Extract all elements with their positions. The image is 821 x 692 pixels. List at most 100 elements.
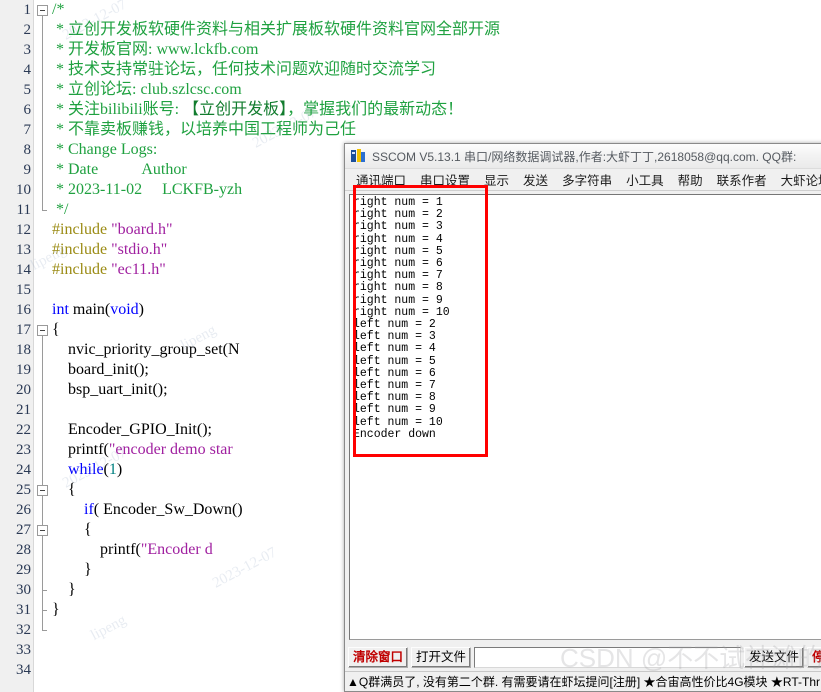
code-token: 【立创开发板】 — [183, 101, 288, 118]
sscom-menubar[interactable]: 通讯端口串口设置显示发送多字符串小工具帮助联系作者大虾论坛 — [345, 169, 821, 191]
code-line: /* — [52, 0, 500, 20]
line-number: 27 — [16, 522, 31, 538]
sscom-title-text: SSCOM V5.13.1 串口/网络数据调试器,作者:大虾丁丁,2618058… — [372, 149, 797, 164]
stop-button[interactable]: 停止 — [806, 646, 821, 668]
line-number: 22 — [16, 422, 31, 438]
receive-line: right num = 3 — [353, 220, 443, 234]
line-number: 17 — [16, 322, 31, 338]
code-token: /* — [52, 1, 65, 18]
code-token: } — [52, 561, 92, 578]
line-number: 14 — [16, 262, 31, 278]
menu-item-大虾论坛[interactable]: 大虾论坛 — [774, 170, 821, 189]
send-file-button[interactable]: 发送文件 — [743, 646, 804, 668]
receive-data-panel[interactable]: right num = 1 right num = 2 right num = 3r… — [349, 194, 821, 640]
menu-item-通讯端口[interactable]: 通讯端口 — [349, 170, 413, 189]
line-number: 9 — [23, 162, 32, 178]
receive-line: left num = 4 — [353, 342, 436, 356]
receive-line: Encoder down — [353, 427, 436, 441]
fold-end-27 — [42, 590, 47, 591]
code-token: 1 — [108, 461, 117, 478]
line-number: 34 — [16, 662, 31, 678]
menu-item-多字符串[interactable]: 多字符串 — [555, 170, 619, 189]
code-token: * Date Author — [52, 161, 187, 178]
menu-item-发送[interactable]: 发送 — [516, 170, 555, 189]
code-token: } — [52, 581, 76, 598]
code-token: } — [52, 601, 60, 618]
menu-item-帮助[interactable]: 帮助 — [671, 170, 710, 189]
line-number: 3 — [23, 42, 32, 58]
code-token: "Encoder d — [140, 541, 213, 558]
code-token: "encoder demo star — [108, 441, 233, 458]
line-number: 26 — [16, 502, 31, 518]
code-line: * 关注bilibili账号: 【立创开发板】，掌握我们的最新动态！ — [52, 100, 500, 120]
line-number: 31 — [16, 602, 31, 618]
receive-line: left num = 5 — [353, 354, 436, 368]
fold-end-25 — [42, 610, 47, 611]
line-number: 6 — [23, 102, 32, 118]
fold-toggle-line-1[interactable] — [37, 5, 48, 16]
code-token: "stdio.h" — [111, 241, 168, 258]
line-number: 30 — [16, 582, 31, 598]
menu-item-串口设置[interactable]: 串口设置 — [413, 170, 477, 189]
receive-line: right num = 8 — [353, 281, 443, 295]
fold-toggle-line-17[interactable] — [37, 325, 48, 336]
code-token: * 不靠卖板赚钱，以培养中国工程师为己任 — [52, 121, 357, 138]
code-token: #include — [52, 221, 112, 238]
code-token: * 2023-11-02 LCKFB-yzh — [52, 181, 243, 198]
code-token: * Change Logs: — [52, 141, 158, 158]
line-number: 20 — [16, 382, 31, 398]
code-token: if — [84, 501, 94, 518]
code-token: ( Encoder_Sw_Down() — [93, 501, 243, 518]
code-token: #include — [52, 241, 112, 258]
line-number: 10 — [16, 182, 31, 198]
code-token: * 技术支持常驻论坛，任何技术问题欢迎随时交流学习 — [52, 61, 437, 78]
line-number: 29 — [16, 562, 31, 578]
line-number: 8 — [23, 142, 32, 158]
code-token: ) — [138, 301, 144, 318]
fold-end-17 — [42, 630, 47, 631]
code-token: { — [52, 481, 76, 498]
code-fold-column — [35, 0, 51, 692]
code-token: { — [52, 521, 92, 538]
file-path-input[interactable] — [474, 646, 741, 668]
code-token: * 立创论坛: club.szlcsc.com — [52, 81, 242, 98]
line-number: 1 — [23, 2, 32, 18]
menu-item-显示[interactable]: 显示 — [477, 170, 516, 189]
code-token: main( — [68, 301, 111, 318]
code-line: * 立创论坛: club.szlcsc.com — [52, 80, 500, 100]
code-token: int — [52, 301, 69, 318]
code-token: * 关注bilibili账号: — [52, 101, 184, 118]
menu-item-联系作者[interactable]: 联系作者 — [710, 170, 774, 189]
line-number: 23 — [16, 442, 31, 458]
line-number: 19 — [16, 362, 31, 378]
line-number: 13 — [16, 242, 31, 258]
fold-end-1 — [42, 210, 47, 211]
code-line: * 立创开发板软硬件资料与相关扩展板软硬件资料官网全部开源 — [52, 20, 500, 40]
fold-toggle-line-27[interactable] — [37, 525, 48, 536]
line-number: 16 — [16, 302, 31, 318]
line-number: 18 — [16, 342, 31, 358]
line-number: 21 — [16, 402, 31, 418]
code-token: board_init(); — [52, 361, 149, 378]
line-number: 15 — [16, 282, 31, 298]
sscom-app-icon — [350, 148, 366, 164]
sscom-window[interactable]: SSCOM V5.13.1 串口/网络数据调试器,作者:大虾丁丁,2618058… — [344, 143, 821, 692]
fold-guide-27 — [42, 536, 43, 590]
line-number: 12 — [16, 222, 31, 238]
fold-toggle-line-25[interactable] — [37, 485, 48, 496]
line-number-column: 1 2 3 4 5 6 7 8 9 10 11 12 13 14 15 16 17 18 19 20 21 22 23 24 2… — [0, 0, 34, 680]
code-token: ) — [116, 461, 123, 478]
code-line: * 开发板官网: www.lckfb.com — [52, 40, 500, 60]
sscom-titlebar[interactable]: SSCOM V5.13.1 串口/网络数据调试器,作者:大虾丁丁,2618058… — [345, 144, 821, 169]
menu-item-小工具[interactable]: 小工具 — [619, 170, 671, 189]
code-token: bsp_uart_init(); — [52, 381, 168, 398]
clear-window-button[interactable]: 清除窗口 — [348, 646, 409, 668]
code-token: printf( — [52, 441, 109, 458]
code-token: * 开发板官网: www.lckfb.com — [52, 41, 259, 58]
receive-line: right num = 4 — [353, 232, 443, 246]
line-number: 33 — [16, 642, 31, 658]
open-file-button[interactable]: 打开文件 — [411, 646, 472, 668]
sscom-statusbar: ▲Q群满员了, 没有第二个群. 有需要请在虾坛提问[注册] ★合宙高性价比4G模… — [345, 671, 821, 691]
code-token: "ec11.h" — [111, 261, 166, 278]
